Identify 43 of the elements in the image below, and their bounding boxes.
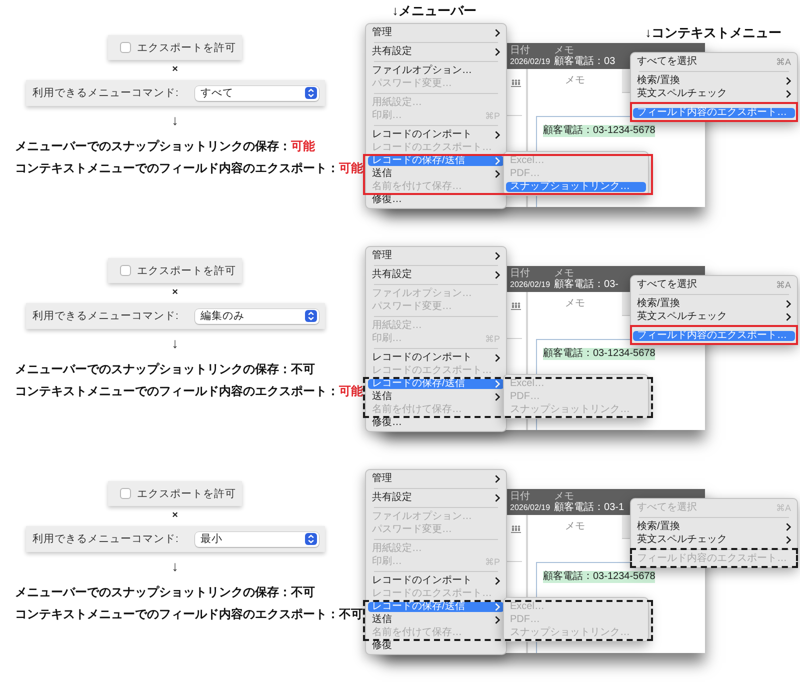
- times-sign: ×: [172, 286, 178, 300]
- selected-text: 顧客電話：03-1234-5678: [543, 125, 656, 137]
- down-arrow: ↓: [172, 557, 178, 576]
- header-field-value: 顧客電話：03-1: [554, 502, 624, 513]
- header-field-label: 日付: [510, 491, 531, 502]
- selected-text: 顧客電話：03-1234-5678: [543, 571, 656, 583]
- selected-text: 顧客電話：03-1234-5678: [543, 348, 656, 360]
- header-field-label: メモ: [554, 491, 576, 502]
- header-field-label: 日付: [510, 45, 531, 56]
- result-label: コンテキストメニューでのフィールド内容のエクスポート：: [15, 384, 339, 398]
- result-label: コンテキストメニューでのフィールド内容のエクスポート：: [15, 161, 339, 175]
- field-label: 利用できるメニューコマンド:: [32, 533, 178, 545]
- result-value: 不可: [291, 362, 315, 376]
- result-label: メニューバーでのスナップショットリンクの保存：: [15, 362, 291, 376]
- result-value: 不可: [291, 585, 315, 599]
- annotation-label: ↓メニューバー: [392, 3, 476, 19]
- checkbox-label: エクスポートを許可: [137, 488, 236, 500]
- header-field-value: 顧客電話：03-: [554, 279, 618, 290]
- field-label: 利用できるメニューコマンド:: [32, 87, 178, 99]
- result-value: 可能: [291, 139, 315, 153]
- checkbox-label: エクスポートを許可: [137, 264, 236, 276]
- times-sign: ×: [172, 509, 178, 523]
- result-value: 可能: [339, 161, 363, 175]
- header-field-value: 2026/02/19: [510, 279, 550, 290]
- header-field-value: 2026/02/19: [510, 502, 550, 513]
- times-sign: ×: [172, 63, 178, 77]
- header-field-label: 日付: [510, 268, 531, 279]
- header-field-label: メモ: [554, 45, 576, 56]
- result-label: コンテキストメニューでのフィールド内容のエクスポート：: [15, 607, 339, 621]
- result-value: 可能: [339, 384, 363, 398]
- down-arrow: ↓: [172, 334, 178, 353]
- result-label: メニューバーでのスナップショットリンクの保存：: [15, 585, 291, 599]
- keyboard-shortcut: ⌘A: [774, 280, 791, 290]
- keyboard-shortcut: ⌘A: [774, 57, 791, 67]
- result-value: 不可: [339, 607, 363, 621]
- checkbox-label: エクスポートを許可: [137, 42, 236, 54]
- header-field-label: メモ: [554, 268, 576, 279]
- annotation-label: ↓コンテキストメニュー: [645, 25, 782, 41]
- field-label: 利用できるメニューコマンド:: [32, 310, 178, 322]
- result-label: メニューバーでのスナップショットリンクの保存：: [15, 139, 291, 153]
- down-arrow: ↓: [172, 111, 178, 130]
- header-field-value: 顧客電話：03: [554, 56, 616, 67]
- header-field-value: 2026/02/19: [510, 56, 550, 67]
